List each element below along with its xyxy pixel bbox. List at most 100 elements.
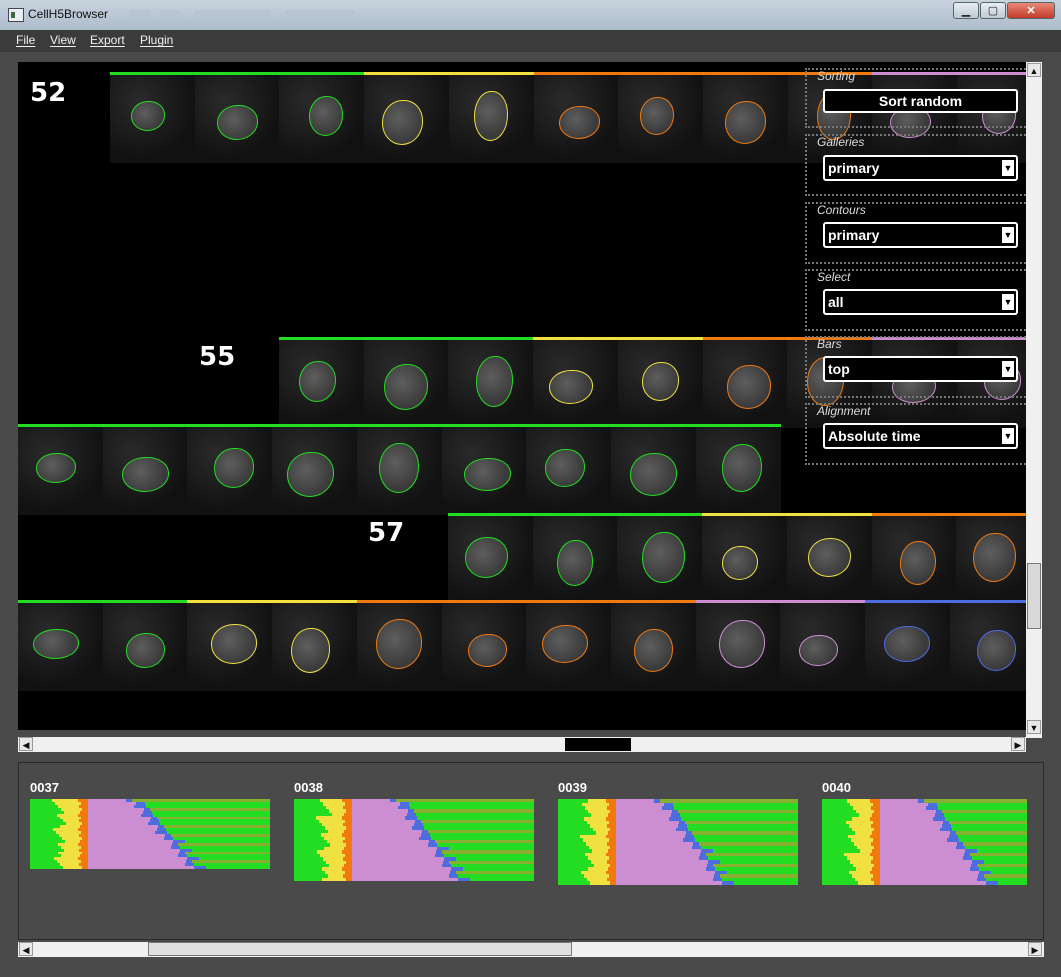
bars-value: top <box>828 361 850 377</box>
cell-thumbnail[interactable] <box>610 603 696 691</box>
close-button[interactable]: ✕ <box>1007 2 1055 19</box>
horizontal-scroll-thumb[interactable] <box>565 738 631 751</box>
cell-thumbnail[interactable] <box>363 340 449 428</box>
select-select[interactable]: all ▼ <box>823 289 1018 315</box>
cell-thumbnail[interactable] <box>356 427 442 515</box>
cell-thumbnail[interactable] <box>865 603 950 691</box>
cell-thumbnail[interactable] <box>956 516 1026 604</box>
cell-thumbnail[interactable] <box>533 75 619 163</box>
cell-thumbnail[interactable] <box>364 75 450 163</box>
cell-thumbnail[interactable] <box>702 75 788 163</box>
cell-contour <box>379 443 420 493</box>
menu-view[interactable]: View <box>50 33 76 47</box>
cell-thumbnail[interactable] <box>617 516 703 604</box>
cell-thumbnail[interactable] <box>272 603 358 691</box>
bars-group: Bars top ▼ <box>805 336 1026 398</box>
cell-contour <box>639 97 674 135</box>
cell-thumbnail[interactable] <box>695 603 781 691</box>
heatmap-cell <box>470 877 534 881</box>
cell-thumbnail[interactable] <box>695 427 781 515</box>
cell-thumbnail[interactable] <box>532 516 618 604</box>
cell-thumbnail[interactable] <box>617 340 703 428</box>
cell-thumbnail[interactable] <box>526 603 612 691</box>
cell-thumbnail[interactable] <box>448 75 534 163</box>
cell-thumbnail[interactable] <box>441 427 527 515</box>
cell-contour <box>721 444 762 492</box>
cell-thumbnail[interactable] <box>194 75 280 163</box>
cell-contour <box>884 626 931 662</box>
scroll-left-arrow-icon[interactable]: ◀ <box>19 737 33 751</box>
heatmap-cell <box>616 881 722 885</box>
cell-thumbnail[interactable] <box>18 427 103 515</box>
cell-thumbnail[interactable] <box>102 427 188 515</box>
cell-contour <box>125 632 165 668</box>
scroll-right-arrow-icon[interactable]: ▶ <box>1028 942 1042 956</box>
cell-contour <box>464 457 512 491</box>
position-heatmap-0039[interactable] <box>558 799 798 885</box>
cell-thumbnail[interactable] <box>702 516 788 604</box>
position-heatmap-0040[interactable] <box>822 799 1027 885</box>
gallery-vertical-scrollbar[interactable]: ▲ ▼ <box>1026 62 1042 738</box>
cell-contour <box>381 99 423 145</box>
cell-thumbnail[interactable] <box>780 603 866 691</box>
select-label: Select <box>817 270 851 284</box>
menu-file[interactable]: File <box>16 33 35 47</box>
cell-contour <box>384 364 429 410</box>
cell-thumbnail[interactable] <box>448 340 534 428</box>
cell-thumbnail[interactable] <box>702 340 788 428</box>
app-window: CellH5Browser ▁ ▢ ✕ File View Export Plu… <box>0 0 1061 977</box>
title-ghost-icon <box>130 10 150 18</box>
heatmap-cell <box>458 877 470 881</box>
cell-thumbnail[interactable] <box>533 340 619 428</box>
cell-thumbnail[interactable] <box>110 75 195 163</box>
select-value: all <box>828 294 844 310</box>
cell-thumbnail[interactable] <box>949 603 1026 691</box>
cell-thumbnail[interactable] <box>618 75 704 163</box>
vertical-scroll-thumb[interactable] <box>1027 563 1041 629</box>
cell-thumbnail[interactable] <box>187 427 273 515</box>
cell-thumbnail[interactable] <box>356 603 442 691</box>
maximize-button[interactable]: ▢ <box>980 2 1006 19</box>
contours-select[interactable]: primary ▼ <box>823 222 1018 248</box>
menu-export[interactable]: Export <box>90 33 125 47</box>
scroll-left-arrow-icon[interactable]: ◀ <box>19 942 33 956</box>
galleries-select[interactable]: primary ▼ <box>823 155 1018 181</box>
sort-random-button[interactable]: Sort random <box>823 89 1018 113</box>
scroll-right-arrow-icon[interactable]: ▶ <box>1011 737 1025 751</box>
cell-contour <box>376 619 423 669</box>
cell-contour <box>557 540 594 586</box>
cell-thumbnail[interactable] <box>18 603 103 691</box>
cell-thumbnail[interactable] <box>786 516 872 604</box>
heatmap-cell <box>63 866 82 869</box>
position-heatmap-0037[interactable] <box>30 799 270 869</box>
scroll-down-arrow-icon[interactable]: ▼ <box>1027 720 1041 734</box>
cell-thumbnail[interactable] <box>441 603 527 691</box>
scroll-up-arrow-icon[interactable]: ▲ <box>1027 63 1041 77</box>
cell-contour <box>286 451 334 497</box>
minimize-button[interactable]: ▁ <box>953 2 979 19</box>
cell-thumbnail[interactable] <box>279 75 365 163</box>
cell-thumbnail[interactable] <box>448 516 533 604</box>
cell-contour <box>973 532 1017 582</box>
menu-plugin[interactable]: Plugin <box>140 33 173 47</box>
bars-label: Bars <box>817 337 842 351</box>
cell-thumbnail[interactable] <box>102 603 188 691</box>
position-heatmap-0038[interactable] <box>294 799 534 881</box>
cell-contour <box>464 536 508 578</box>
cell-contour <box>629 452 677 496</box>
cell-thumbnail[interactable] <box>279 340 364 428</box>
cell-contour <box>559 105 601 139</box>
chevron-down-icon: ▼ <box>1002 227 1014 243</box>
overview-scroll-thumb[interactable] <box>148 942 572 956</box>
alignment-select[interactable]: Absolute time ▼ <box>823 423 1018 449</box>
cell-thumbnail[interactable] <box>526 427 612 515</box>
cell-contour <box>121 456 169 492</box>
cell-thumbnail[interactable] <box>871 516 957 604</box>
cell-thumbnail[interactable] <box>610 427 696 515</box>
chevron-down-icon: ▼ <box>1002 428 1014 444</box>
gallery-horizontal-scrollbar[interactable]: ◀ ▶ <box>18 737 1026 752</box>
cell-thumbnail[interactable] <box>187 603 273 691</box>
cell-thumbnail[interactable] <box>272 427 358 515</box>
bars-select[interactable]: top ▼ <box>823 356 1018 382</box>
alignment-label: Alignment <box>817 404 871 418</box>
